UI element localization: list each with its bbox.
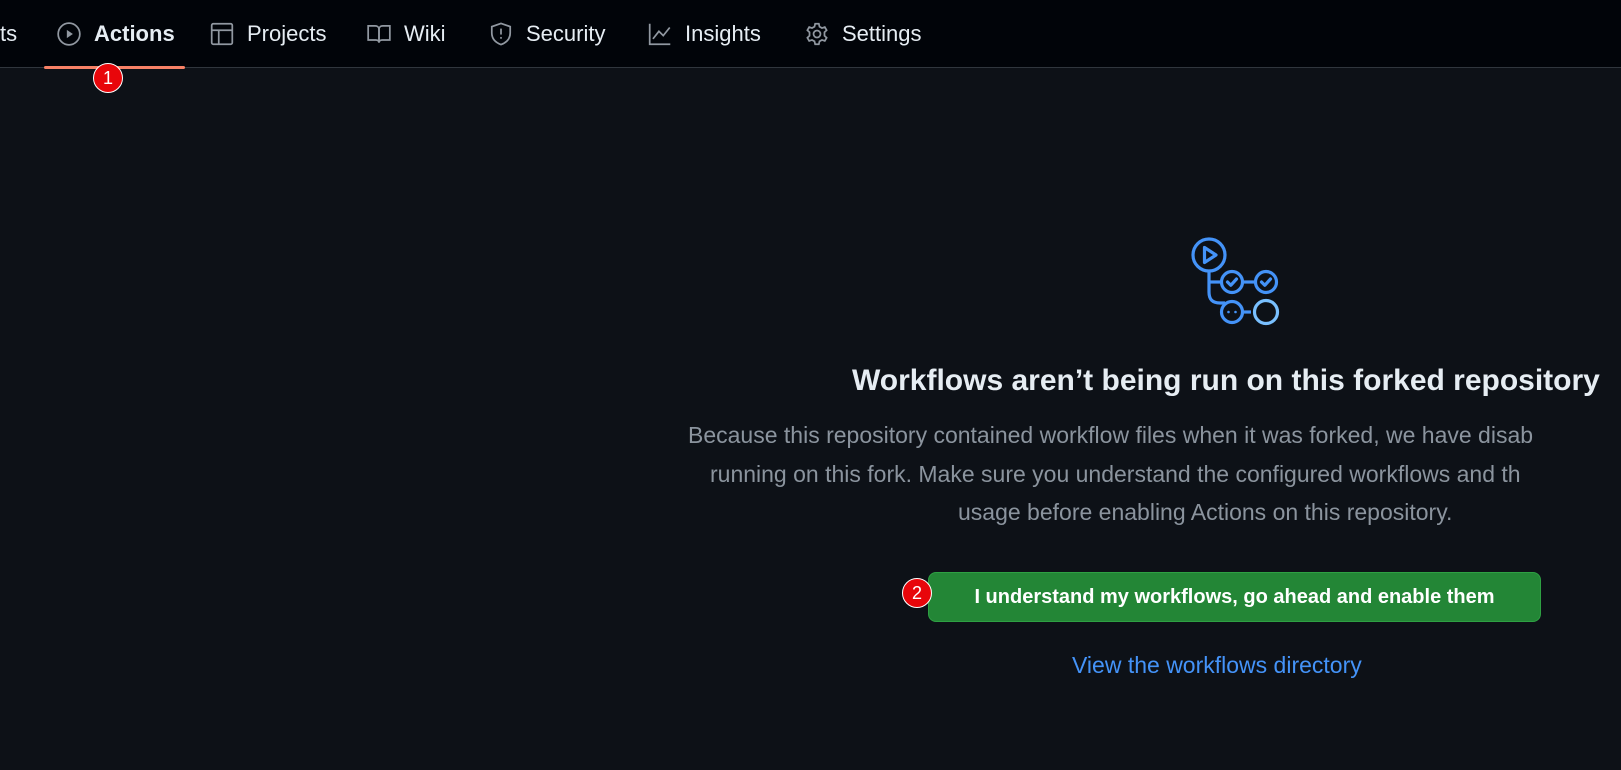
tab-label: Settings — [842, 21, 922, 46]
enable-workflows-button[interactable]: I understand my workflows, go ahead and … — [928, 572, 1541, 622]
tab-wiki[interactable]: Wiki — [366, 0, 446, 68]
tab-security[interactable]: Security — [488, 0, 605, 68]
repo-nav-bar: ts Actions Projects Wiki Security Insigh… — [0, 0, 1621, 69]
gear-icon — [804, 21, 830, 47]
play-icon — [56, 21, 82, 47]
tab-label: Security — [526, 21, 606, 46]
tab-label: Projects — [247, 21, 327, 46]
page-title: Workflows aren’t being run on this forke… — [852, 364, 1600, 397]
step-marker-2: 2 — [902, 578, 932, 608]
tab-label: Actions — [94, 21, 175, 46]
table-icon — [209, 21, 235, 47]
tab-alerts-truncated[interactable]: ts — [0, 0, 17, 68]
description-line-2: running on this fork. Make sure you unde… — [710, 461, 1521, 487]
graph-icon — [647, 21, 673, 47]
description-line-3: usage before enabling Actions on this re… — [958, 499, 1453, 525]
book-icon — [366, 21, 392, 47]
tab-label: ts — [0, 21, 18, 46]
description-line-1: Because this repository contained workfl… — [688, 422, 1534, 448]
workflow-icon — [1186, 233, 1282, 329]
step-marker-1: 1 — [93, 63, 123, 93]
tab-label: Wiki — [404, 21, 446, 46]
tab-actions[interactable]: Actions — [56, 0, 175, 68]
tab-label: Insights — [685, 21, 761, 46]
tab-insights[interactable]: Insights — [647, 0, 761, 68]
tab-projects[interactable]: Projects — [209, 0, 326, 68]
shield-icon — [488, 21, 514, 47]
tab-settings[interactable]: Settings — [804, 0, 922, 68]
view-workflows-link[interactable]: View the workflows directory — [1072, 652, 1362, 679]
